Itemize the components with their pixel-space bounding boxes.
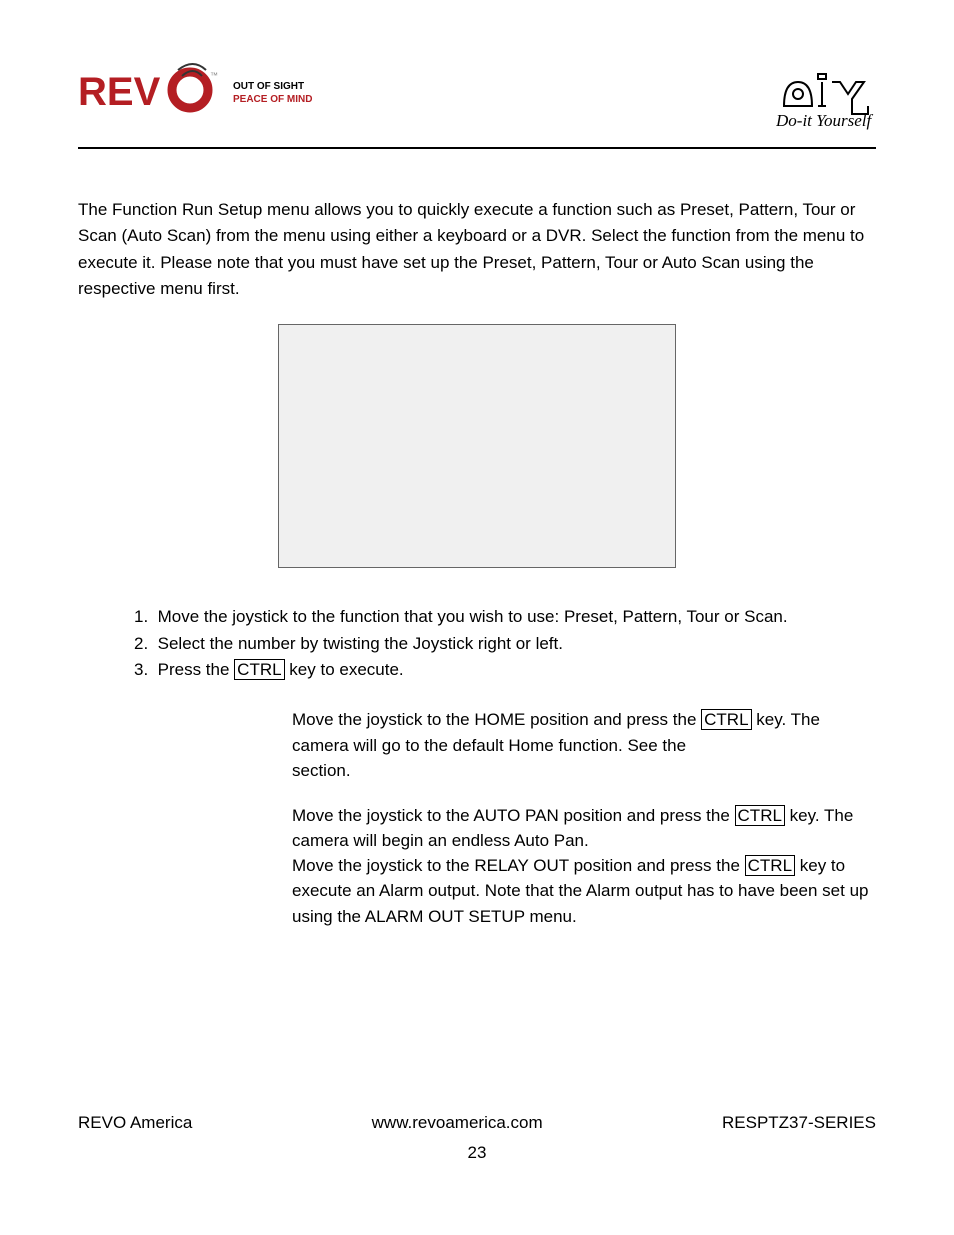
intro-paragraph: The Function Run Setup menu allows you t…	[78, 197, 876, 302]
revo-logo: REV ™	[78, 60, 223, 125]
tagline: OUT OF SIGHT PEACE OF MIND	[233, 80, 312, 106]
ctrl-key-box: CTRL	[701, 709, 751, 730]
step-1: 1. Move the joystick to the function tha…	[120, 604, 876, 630]
page-header: REV ™ OUT OF SIGHT PEACE OF MIND	[78, 60, 876, 149]
ctrl-key-box: CTRL	[745, 855, 795, 876]
svg-text:Do-it Yourself: Do-it Yourself	[776, 111, 874, 130]
ctrl-key-box: CTRL	[234, 659, 284, 680]
footer-model: RESPTZ37-SERIES	[722, 1113, 876, 1133]
diy-logo: Do-it Yourself	[776, 60, 876, 139]
logo-block-left: REV ™ OUT OF SIGHT PEACE OF MIND	[78, 60, 312, 125]
footer-url: www.revoamerica.com	[372, 1113, 543, 1133]
tagline-line1: OUT OF SIGHT	[233, 80, 312, 93]
svg-text:™: ™	[210, 71, 218, 80]
page-footer: REVO America www.revoamerica.com RESPTZ3…	[78, 1113, 876, 1163]
step-3: 3. Press the CTRL key to execute.	[120, 657, 876, 683]
home-instruction: Move the joystick to the HOME position a…	[78, 707, 876, 782]
instruction-list: 1. Move the joystick to the function tha…	[78, 604, 876, 683]
revo-logo-text: REV	[78, 70, 161, 114]
footer-company: REVO America	[78, 1113, 192, 1133]
page-number: 23	[468, 1143, 487, 1163]
ctrl-key-box: CTRL	[735, 805, 785, 826]
tagline-line2: PEACE OF MIND	[233, 93, 312, 106]
screenshot-placeholder	[278, 324, 676, 568]
autopan-relay-instruction: Move the joystick to the AUTO PAN positi…	[78, 803, 876, 929]
step-2: 2. Select the number by twisting the Joy…	[120, 631, 876, 657]
